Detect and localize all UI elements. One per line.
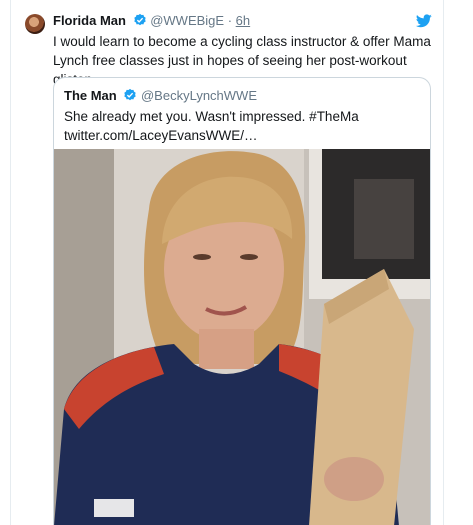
author-name[interactable]: Florida Man	[53, 13, 126, 28]
quoted-link[interactable]: twitter.com/LaceyEvansWWE/…	[64, 126, 414, 145]
quoted-text-line: She already met you. Wasn't impressed. #…	[64, 109, 359, 124]
tweet-timestamp[interactable]: 6h	[236, 13, 250, 28]
quoted-author-name[interactable]: The Man	[64, 88, 117, 103]
verified-badge-icon	[123, 88, 137, 107]
author-handle[interactable]: @WWEBigE	[150, 13, 224, 28]
twitter-bird-icon[interactable]	[415, 14, 432, 33]
quoted-tweet[interactable]: The Man @BeckyLynchWWE She already met y…	[53, 77, 431, 525]
quoted-header: The Man @BeckyLynchWWE	[64, 87, 257, 107]
tweet-header: Florida Man @WWEBigE · 6h	[53, 12, 250, 32]
verified-badge-icon	[133, 13, 147, 32]
author-avatar[interactable]	[25, 14, 45, 34]
separator-dot: ·	[227, 13, 233, 28]
quoted-text: She already met you. Wasn't impressed. #…	[64, 107, 414, 145]
quoted-photo[interactable]	[54, 149, 430, 525]
quoted-author-handle[interactable]: @BeckyLynchWWE	[141, 88, 257, 103]
